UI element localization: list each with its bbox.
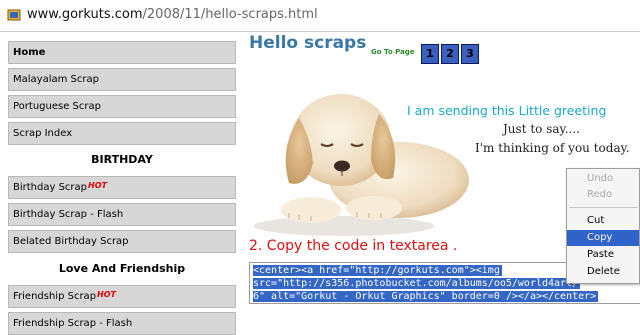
- copy-instruction: 2. Copy the code in textarea .: [249, 238, 458, 254]
- context-menu-undo[interactable]: Undo: [567, 171, 639, 187]
- address-bar[interactable]: www.gorkuts.com/2008/11/hello-scraps.htm…: [0, 0, 640, 32]
- sidebar-item-scrap-index[interactable]: Scrap Index: [8, 122, 236, 145]
- sidebar-item-label: Portuguese Scrap: [13, 101, 101, 112]
- context-menu: Undo Redo Cut Copy Paste Delete: [566, 168, 640, 284]
- sidebar-item-label: Scrap Index: [13, 128, 73, 139]
- url-host: www.gorkuts.com: [27, 7, 143, 22]
- sidebar-item-label: Birthday Scrap - Flash: [13, 209, 124, 220]
- page-button-1[interactable]: 1: [421, 44, 439, 64]
- sidebar-item-label: Home: [13, 47, 46, 58]
- sidebar-item-label: Malayalam Scrap: [13, 74, 99, 85]
- context-menu-cut[interactable]: Cut: [567, 213, 639, 229]
- sidebar-item-portuguese-scrap[interactable]: Portuguese Scrap: [8, 95, 236, 118]
- greeting-line-1: I am sending this Little greeting: [407, 103, 606, 118]
- page-button-2[interactable]: 2: [441, 44, 459, 64]
- sidebar-item-label: Birthday Scrap: [13, 182, 88, 193]
- page-button-3[interactable]: 3: [461, 44, 479, 64]
- page-title: Hello scraps: [249, 33, 367, 53]
- site-favicon-icon: [7, 8, 21, 22]
- sidebar-item-friendship-scrap[interactable]: Friendship ScrapHOT: [8, 285, 236, 308]
- context-menu-copy[interactable]: Copy: [567, 230, 639, 246]
- sidebar-item-birthday-scrap[interactable]: Birthday ScrapHOT: [8, 176, 236, 199]
- hot-badge: HOT: [97, 290, 116, 299]
- context-menu-separator: [569, 207, 637, 208]
- sidebar-item-label: Friendship Scrap - Flash: [13, 318, 133, 329]
- greeting-line-2: Just to say....: [501, 122, 580, 136]
- code-line-1: <center><a href="http://gorkuts.com"><im…: [253, 265, 502, 276]
- address-bar-url[interactable]: www.gorkuts.com/2008/11/hello-scraps.htm…: [27, 7, 318, 22]
- sidebar-item-label: Belated Birthday Scrap: [13, 236, 129, 247]
- hot-badge: HOT: [88, 181, 107, 190]
- url-path: /2008/11/hello-scraps.html: [142, 7, 318, 22]
- goto-page-label: Go To Page: [371, 48, 415, 56]
- context-menu-paste[interactable]: Paste: [567, 247, 639, 263]
- sidebar-item-birthday-scrap-flash[interactable]: Birthday Scrap - Flash: [8, 203, 236, 226]
- sidebar-item-label: Friendship Scrap: [13, 291, 97, 302]
- sidebar-heading-love-and-friendship: Love And Friendship: [58, 262, 186, 275]
- code-line-3: 6" alt="Gorkut - Orkut Graphics" border=…: [253, 291, 599, 302]
- sidebar-item-belated-birthday-scrap[interactable]: Belated Birthday Scrap: [8, 230, 236, 253]
- sidebar-item-malayalam-scrap[interactable]: Malayalam Scrap: [8, 68, 236, 91]
- sidebar: Home Malayalam Scrap Portuguese Scrap Sc…: [0, 34, 240, 335]
- context-menu-delete[interactable]: Delete: [567, 264, 639, 280]
- sidebar-heading-birthday: BIRTHDAY: [91, 153, 153, 166]
- greeting-line-3: I'm thinking of you today.: [475, 141, 630, 155]
- context-menu-redo[interactable]: Redo: [567, 187, 639, 203]
- code-line-2: src="http://s356.photobucket.com/albums/…: [253, 278, 581, 289]
- sidebar-item-home[interactable]: Home: [8, 41, 236, 64]
